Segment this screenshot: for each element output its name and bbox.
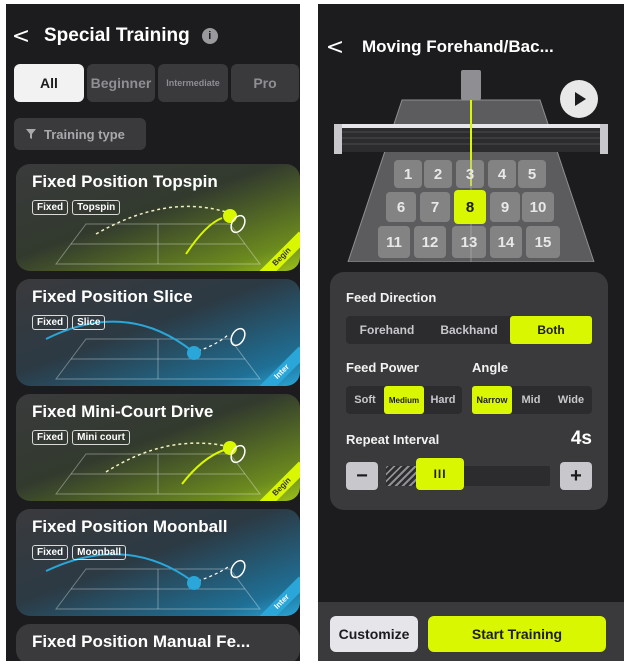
- feed-power-segmented: Soft Medium Hard: [346, 386, 462, 414]
- card-tags: Fixed Moonball: [32, 545, 127, 560]
- angle-segmented: Narrow Mid Wide: [472, 386, 592, 414]
- zone-10[interactable]: 10: [522, 192, 554, 222]
- zone-8-selected[interactable]: 8: [454, 190, 486, 224]
- option-hard[interactable]: Hard: [424, 386, 462, 414]
- zone-14[interactable]: 14: [490, 226, 522, 258]
- card-tags: Fixed Topspin: [32, 200, 121, 215]
- play-icon: [575, 92, 586, 106]
- option-mid[interactable]: Mid: [512, 386, 550, 414]
- tag-chip: Moonball: [72, 545, 127, 560]
- zone-15[interactable]: 15: [526, 226, 560, 258]
- card-title: Fixed Position Manual Fe...: [32, 632, 251, 651]
- card-title: Fixed Mini-Court Drive: [32, 402, 214, 421]
- tag-chip: Fixed: [32, 315, 69, 330]
- tag-chip: Slice: [72, 315, 106, 330]
- tab-intermediate[interactable]: Intermediate: [158, 64, 228, 102]
- angle-label: Angle: [472, 360, 509, 375]
- zone-13[interactable]: 13: [452, 226, 486, 258]
- start-training-button[interactable]: Start Training: [428, 616, 606, 652]
- option-medium[interactable]: Medium: [384, 386, 424, 414]
- zone-12[interactable]: 12: [414, 226, 446, 258]
- card-title: Fixed Position Moonball: [32, 517, 228, 536]
- interval-slider-fill: [386, 466, 417, 486]
- special-training-screen: < Special Training i All Beginner Interm…: [6, 4, 300, 661]
- decrease-button[interactable]: −: [346, 462, 378, 490]
- zone-6[interactable]: 6: [386, 192, 416, 222]
- training-card-manual-feed[interactable]: Fixed Position Manual Fe...: [16, 624, 300, 661]
- play-button[interactable]: [560, 80, 598, 118]
- header: < Moving Forehand/Bac...: [318, 30, 554, 64]
- bottom-action-bar: Customize Start Training: [318, 602, 624, 661]
- filter-label: Training type: [44, 126, 125, 142]
- card-tags: Fixed Mini court: [32, 430, 130, 445]
- option-wide[interactable]: Wide: [550, 386, 592, 414]
- zone-11[interactable]: 11: [378, 226, 410, 258]
- tag-chip: Fixed: [32, 545, 69, 560]
- drill-detail-screen: < Moving Forehand/Bac... 1 2 3 4 5 6 7 8…: [318, 4, 624, 661]
- tab-beginner[interactable]: Beginner: [87, 64, 155, 102]
- training-type-filter[interactable]: Training type: [14, 118, 146, 150]
- option-soft[interactable]: Soft: [346, 386, 384, 414]
- zone-7[interactable]: 7: [420, 192, 450, 222]
- settings-panel: Feed Direction Forehand Backhand Both Fe…: [330, 272, 608, 510]
- option-forehand[interactable]: Forehand: [346, 316, 428, 344]
- training-card-topspin[interactable]: Fixed Position Topspin Fixed Topspin Beg…: [16, 164, 300, 271]
- repeat-interval-label: Repeat Interval: [346, 432, 440, 447]
- zone-3[interactable]: 3: [456, 160, 484, 188]
- filter-icon: [26, 129, 36, 139]
- option-narrow[interactable]: Narrow: [472, 386, 512, 414]
- tag-chip: Topspin: [72, 200, 121, 215]
- feed-direction-segmented: Forehand Backhand Both: [346, 316, 592, 344]
- customize-button[interactable]: Customize: [330, 616, 418, 652]
- zone-5[interactable]: 5: [518, 160, 546, 188]
- option-both[interactable]: Both: [510, 316, 592, 344]
- tag-chip: Fixed: [32, 430, 69, 445]
- interval-slider-track[interactable]: [386, 466, 550, 486]
- zone-1[interactable]: 1: [394, 160, 422, 188]
- tag-chip: Fixed: [32, 200, 69, 215]
- zone-4[interactable]: 4: [488, 160, 516, 188]
- tab-all[interactable]: All: [14, 64, 84, 102]
- interval-slider-handle[interactable]: III: [416, 458, 465, 490]
- feed-direction-label: Feed Direction: [346, 290, 437, 305]
- drill-title: Moving Forehand/Bac...: [362, 37, 554, 56]
- training-card-moonball[interactable]: Fixed Position Moonball Fixed Moonball I…: [16, 509, 300, 616]
- feed-power-label: Feed Power: [346, 360, 419, 375]
- card-title: Fixed Position Slice: [32, 287, 193, 306]
- zone-2[interactable]: 2: [424, 160, 452, 188]
- card-tags: Fixed Slice: [32, 315, 106, 330]
- training-card-slice[interactable]: Fixed Position Slice Fixed Slice Inter: [16, 279, 300, 386]
- level-tabs: All Beginner Intermediate Pro: [14, 64, 299, 102]
- zone-9[interactable]: 9: [490, 192, 520, 222]
- tag-chip: Mini court: [72, 430, 130, 445]
- option-backhand[interactable]: Backhand: [428, 316, 510, 344]
- tab-pro[interactable]: Pro: [231, 64, 299, 102]
- card-title: Fixed Position Topspin: [32, 172, 218, 191]
- back-icon[interactable]: <: [8, 24, 34, 49]
- increase-button[interactable]: +: [560, 462, 592, 490]
- info-icon[interactable]: i: [201, 28, 218, 44]
- repeat-interval-value: 4s: [570, 428, 592, 449]
- page-title: Special Training: [44, 25, 190, 46]
- back-icon[interactable]: <: [322, 35, 348, 60]
- header: < Special Training i: [6, 18, 300, 54]
- training-card-mini-court[interactable]: Fixed Mini-Court Drive Fixed Mini court …: [16, 394, 300, 501]
